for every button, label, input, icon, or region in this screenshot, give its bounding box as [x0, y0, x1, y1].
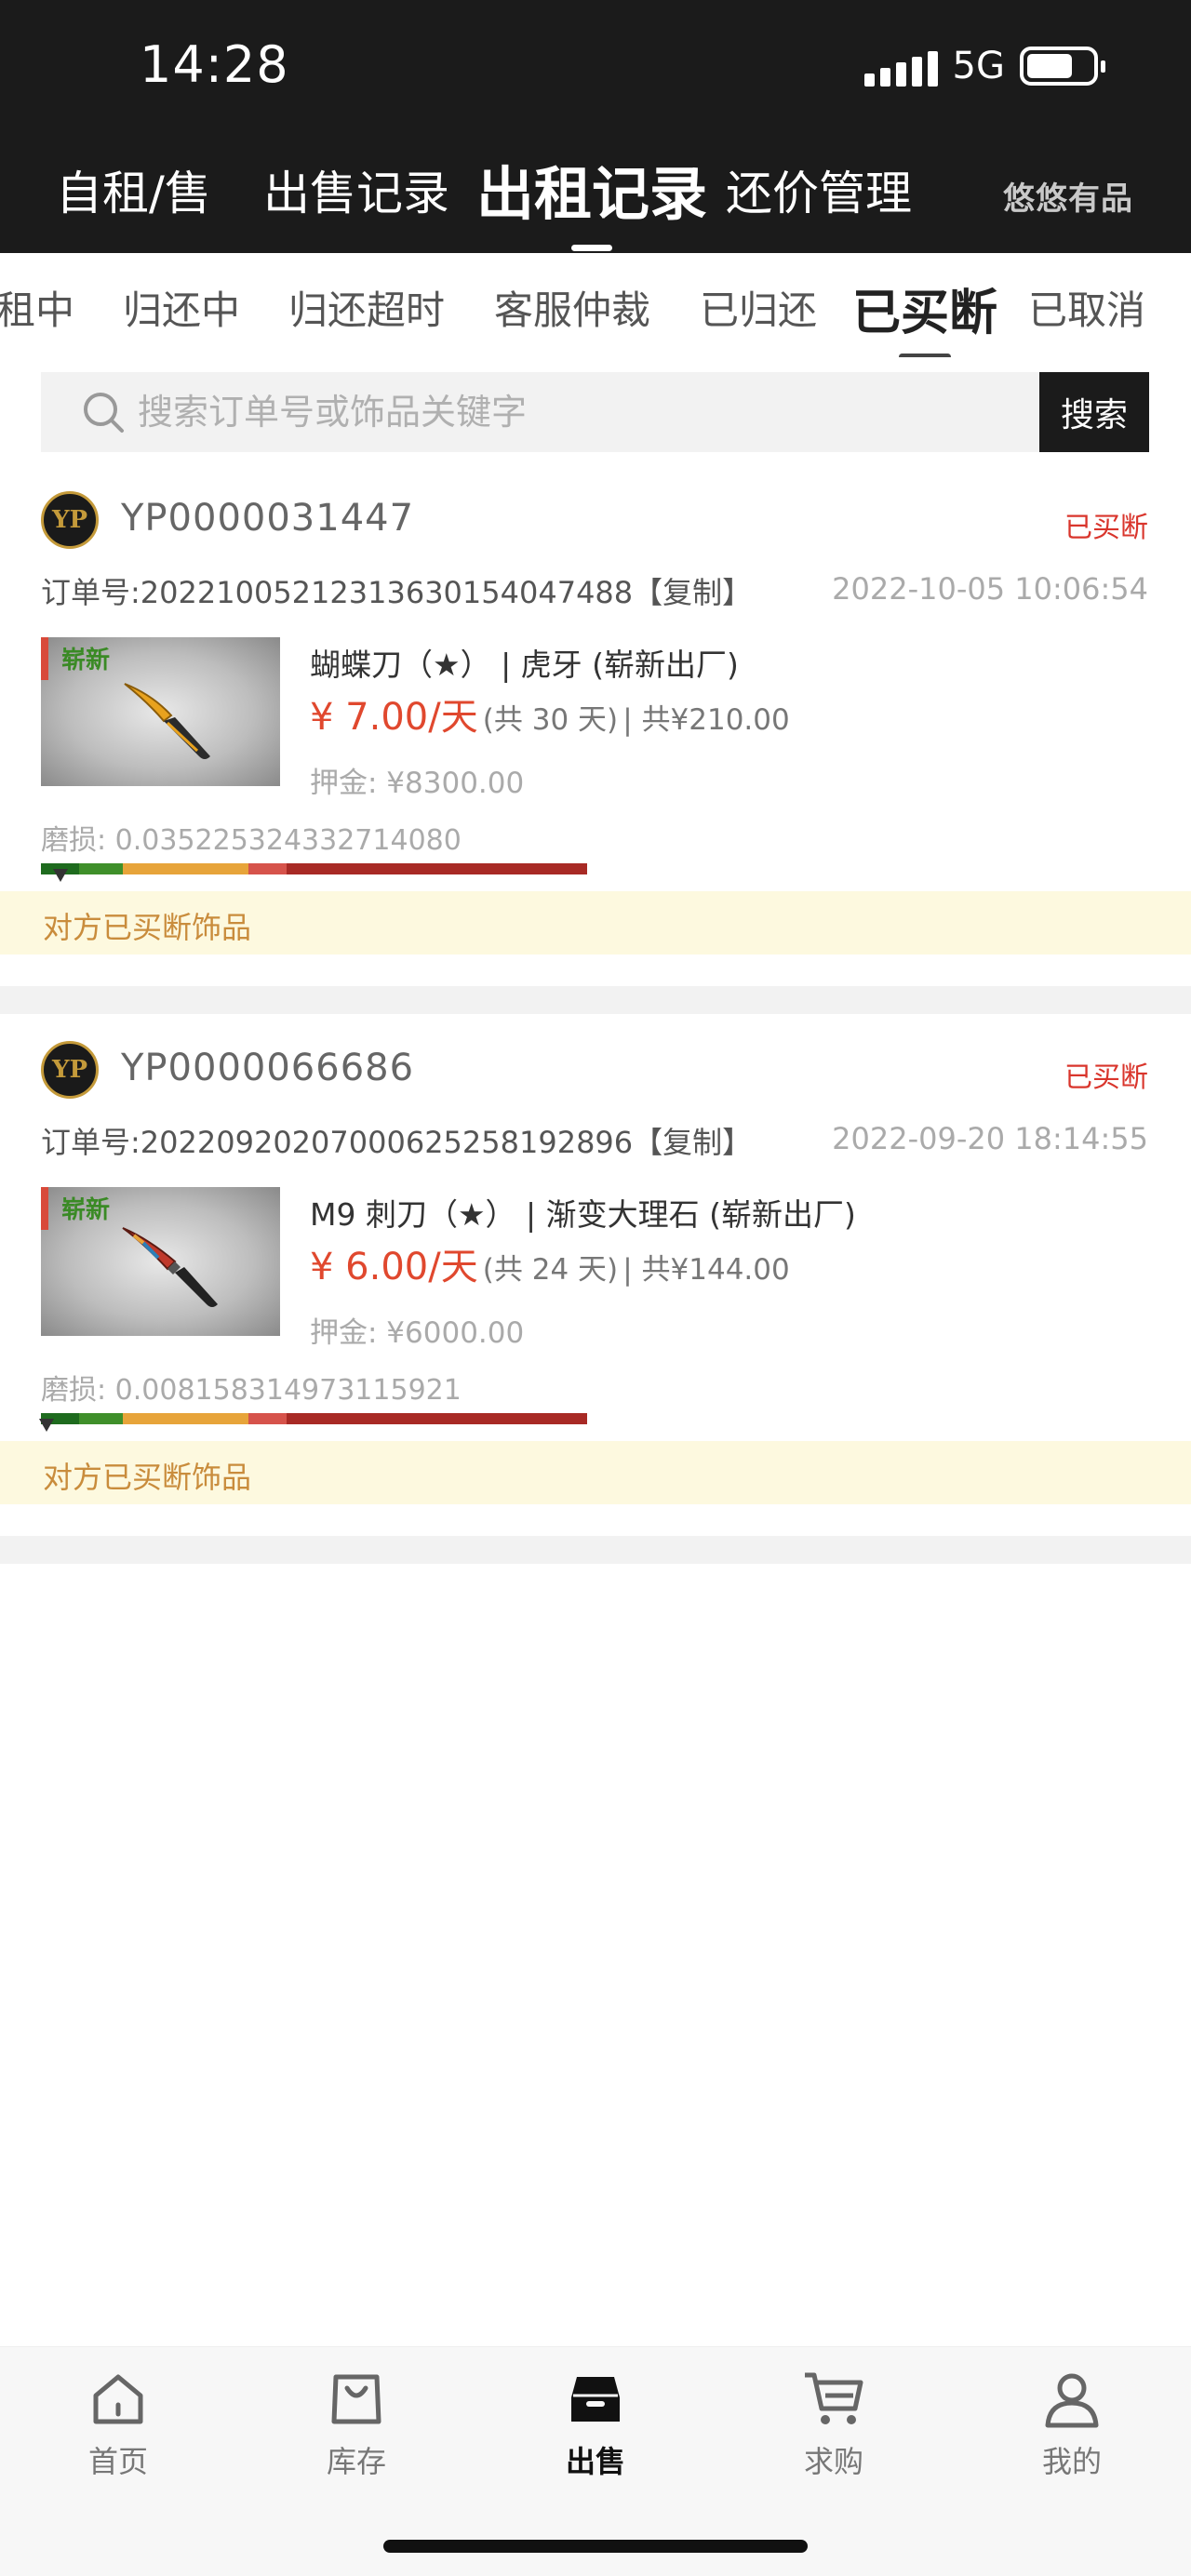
total-price: | 共¥210.00 [622, 703, 790, 737]
wear-value: 磨损: 0.035225324332714080 [41, 824, 462, 857]
nav-profile[interactable]: 我的 [988, 2369, 1156, 2481]
wear-marker [39, 1419, 54, 1432]
item-thumbnail[interactable]: 崭新 [41, 637, 280, 786]
deposit: 押金: ¥6000.00 [310, 1316, 525, 1350]
status-time: 14:28 [140, 35, 289, 94]
nav-home[interactable]: 首页 [34, 2369, 202, 2481]
buyout-notice: 对方已买断饰品 [0, 891, 1191, 954]
battery-icon [1020, 47, 1105, 86]
order-status: 已买断 [1064, 1061, 1148, 1094]
order-time: 2022-10-05 10:06:54 [832, 571, 1148, 607]
daily-price: ¥ 6.00/天 [310, 1246, 478, 1288]
seller-id: YP0000031447 [121, 497, 415, 540]
copy-order-button[interactable]: 【复制】 [633, 1125, 752, 1160]
nav-buy-request[interactable]: 求购 [750, 2369, 917, 2481]
copy-order-button[interactable]: 【复制】 [633, 575, 752, 610]
order-number: 20221005212313630154047488 [140, 575, 634, 610]
subtab-return-overdue[interactable]: 归还超时 [288, 279, 445, 336]
order-status: 已买断 [1064, 512, 1148, 544]
subtab-returned[interactable]: 已归还 [700, 279, 817, 336]
order-number-line: 订单号:20221005212313630154047488【复制】 [41, 569, 752, 612]
sell-box-icon [571, 2377, 620, 2422]
rent-period: (共 30 天) [482, 703, 619, 737]
app-header: 14:28 5G 自租/售 出售记录 出租记录 还价管理 悠悠有品 [0, 0, 1191, 253]
buyout-notice-text: 对方已买断饰品 [43, 910, 252, 945]
subtab-cancelled[interactable]: 已取消 [1028, 279, 1145, 336]
daily-price: ¥ 7.00/天 [310, 696, 478, 739]
signal-icon [863, 46, 938, 87]
total-price: | 共¥144.00 [622, 1253, 790, 1287]
tab-self-rent-sell[interactable]: 自租/售 [56, 156, 211, 223]
order-number-line: 订单号:20220920207000625258192896【复制】 [41, 1119, 752, 1162]
tab-counter-offer[interactable]: 还价管理 [726, 156, 912, 223]
card-separator [0, 1536, 1191, 1564]
wear-marker [53, 869, 68, 882]
condition-tag: 崭新 [61, 1196, 111, 1224]
buyout-notice-text: 对方已买断饰品 [43, 1460, 252, 1495]
brand-logo: 悠悠有品 [1003, 180, 1133, 218]
item-name: M9 刺刀（★） | 渐变大理石 (崭新出厂) [310, 1196, 856, 1233]
search-button[interactable]: 搜索 [1039, 372, 1149, 452]
price-line: ¥ 6.00/天 (共 24 天) | 共¥144.00 [310, 1236, 790, 1290]
home-indicator [383, 2540, 808, 2553]
search-icon [84, 393, 124, 433]
wear-scale-bar [41, 1413, 587, 1424]
buyout-notice: 对方已买断饰品 [0, 1441, 1191, 1504]
home-icon [93, 2374, 143, 2424]
nav-inventory[interactable]: 库存 [273, 2369, 440, 2481]
m9-bayonet-image [122, 1227, 218, 1307]
item-name: 蝴蝶刀（★） | 虎牙 (崭新出厂) [310, 647, 739, 683]
search-bar: 搜索 [41, 372, 1149, 452]
order-number-label: 订单号: [41, 1125, 141, 1160]
deposit: 押金: ¥8300.00 [310, 767, 525, 800]
subtab-returning[interactable]: 归还中 [123, 279, 240, 336]
cart-icon [805, 2372, 863, 2424]
wear-value: 磨损: 0.008158314973115921 [41, 1374, 462, 1407]
seller-id: YP0000066686 [121, 1047, 415, 1089]
profile-icon [1045, 2373, 1099, 2428]
subtab-renting[interactable]: 租中 [0, 279, 74, 336]
nav-sell[interactable]: 出售 [512, 2369, 679, 2481]
condition-tag: 崭新 [61, 647, 111, 674]
price-line: ¥ 7.00/天 (共 30 天) | 共¥210.00 [310, 687, 790, 741]
butterfly-knife-image [124, 683, 210, 759]
seller-avatar[interactable]: YP [41, 1041, 99, 1099]
wear-scale-bar [41, 863, 587, 874]
subtab-bought-out[interactable]: 已买断 [852, 274, 997, 357]
order-time: 2022-09-20 18:14:55 [832, 1121, 1148, 1156]
subtab-arbitration[interactable]: 客服仲裁 [494, 279, 650, 336]
seller-avatar[interactable]: YP [41, 491, 99, 549]
rent-period: (共 24 天) [482, 1253, 619, 1287]
status-icons: 5G [863, 45, 1105, 87]
inventory-bag-icon [331, 2374, 381, 2424]
order-number-label: 订单号: [41, 575, 141, 610]
status-filter-tabs: 租中 归还中 归还超时 客服仲裁 已归还 已买断 已取消 [0, 253, 1191, 357]
card-separator [0, 986, 1191, 1014]
order-number: 20220920207000625258192896 [140, 1125, 634, 1160]
network-type: 5G [952, 45, 1005, 87]
tab-sale-records[interactable]: 出售记录 [263, 156, 449, 223]
search-input[interactable] [138, 372, 1068, 452]
item-thumbnail[interactable]: 崭新 [41, 1187, 280, 1336]
tab-rent-records[interactable]: 出租记录 [476, 147, 707, 251]
